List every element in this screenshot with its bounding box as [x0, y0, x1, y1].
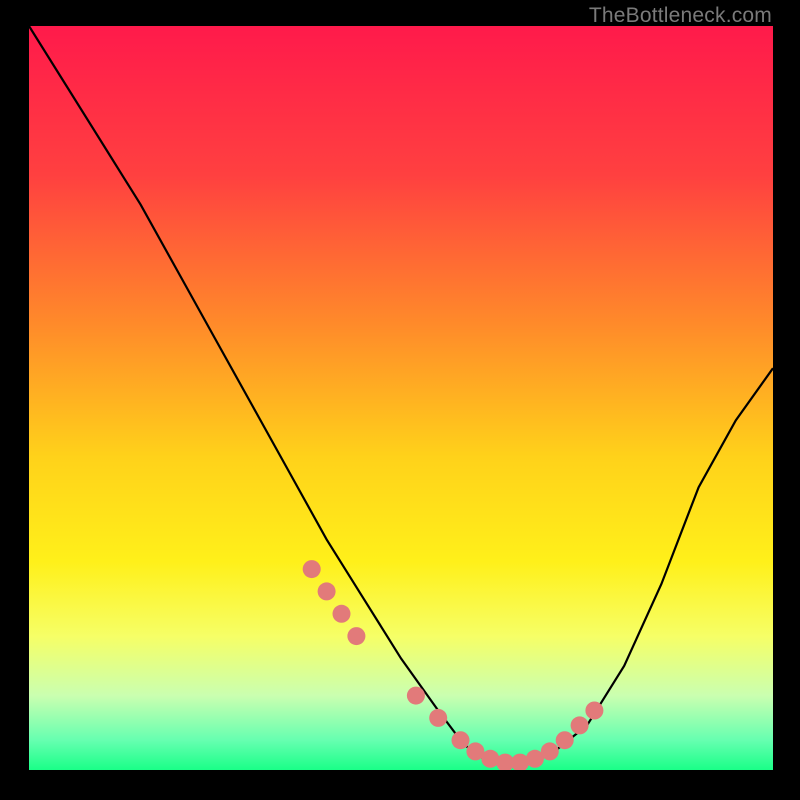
curve-marker [347, 627, 365, 645]
curve-marker [333, 605, 351, 623]
curve-marker [571, 716, 589, 734]
curve-marker [452, 731, 470, 749]
chart-stage: TheBottleneck.com [0, 0, 800, 800]
curve-marker [407, 687, 425, 705]
curve-marker [318, 582, 336, 600]
plot-area [29, 26, 773, 770]
plot-svg [29, 26, 773, 770]
curve-marker [541, 742, 559, 760]
curve-marker [303, 560, 321, 578]
curve-marker [556, 731, 574, 749]
curve-marker [429, 709, 447, 727]
curve-marker [585, 702, 603, 720]
watermark-text: TheBottleneck.com [589, 4, 772, 28]
